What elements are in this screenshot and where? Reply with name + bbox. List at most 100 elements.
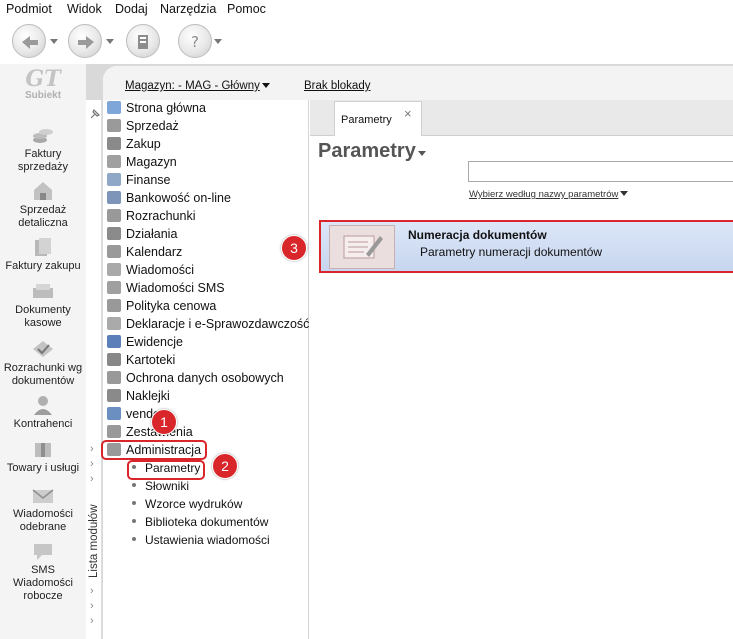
- tab-parametry[interactable]: Parametry ×: [334, 101, 422, 136]
- coins-icon: [33, 129, 53, 143]
- tree-item-label: Deklaracje i e-Sprawozdawczość: [126, 317, 310, 331]
- result-description: Parametry numeracji dokumentów: [420, 245, 603, 259]
- search-mode-dropdown[interactable]: Wybierz według nazwy parametrów: [469, 189, 629, 200]
- tree-subitem[interactable]: Słowniki: [132, 479, 189, 493]
- tree-item-label: Kalendarz: [126, 245, 183, 259]
- help-icon[interactable]: ?: [178, 24, 212, 58]
- appbar-item-sprzedaz-detaliczna[interactable]: Sprzedaż detaliczna: [0, 180, 86, 230]
- tree-item-label: Magazyn: [126, 155, 177, 169]
- module-icon: [107, 335, 121, 348]
- menu-widok[interactable]: Widok: [67, 2, 102, 16]
- tree-item[interactable]: Finanse: [107, 173, 170, 190]
- tree-subitem[interactable]: Biblioteka dokumentów: [132, 515, 268, 529]
- appbar-item-kontrahenci[interactable]: Kontrahenci: [0, 394, 86, 431]
- tree-item[interactable]: Rozrachunki: [107, 209, 195, 226]
- module-icon: [107, 155, 121, 168]
- warehouse-selector[interactable]: Magazyn: - MAG - Główny: [125, 80, 270, 92]
- tree-item-label: Finanse: [126, 173, 171, 187]
- tree-item-label: Działania: [126, 227, 178, 241]
- tree-item-label: Ochrona danych osobowych: [126, 371, 284, 385]
- tree-item-label: Polityka cenowa: [126, 299, 217, 313]
- forward-dropdown-icon[interactable]: [106, 39, 114, 44]
- arrow-back-icon[interactable]: [12, 24, 46, 58]
- result-title: Numeracja dokumentów: [408, 228, 547, 242]
- tree-item[interactable]: Wiadomości SMS: [107, 281, 225, 298]
- tree-item[interactable]: Kartoteki: [107, 353, 175, 370]
- tools-icon[interactable]: [126, 24, 160, 58]
- step-marker-2: 2: [212, 453, 238, 479]
- tree-item[interactable]: Bankowość on-line: [107, 191, 231, 208]
- chevron-right-icon[interactable]: ›: [90, 615, 94, 627]
- highlight-parametry: [127, 460, 205, 480]
- tree-subitem[interactable]: Ustawienia wiadomości: [132, 533, 270, 547]
- module-icon: [107, 263, 121, 276]
- appbar-item-faktury-sprzedazy[interactable]: Faktury sprzedaży: [0, 124, 86, 174]
- module-icon: [107, 317, 121, 330]
- bullet-icon: [132, 537, 136, 541]
- invoices-icon: [35, 238, 51, 256]
- appbar-item-sms[interactable]: SMS Wiadomości robocze: [0, 540, 86, 603]
- back-dropdown-icon[interactable]: [50, 39, 58, 44]
- appbar-item-towary[interactable]: Towary i usługi: [0, 438, 86, 475]
- tree-subitem-label: Biblioteka dokumentów: [145, 515, 269, 529]
- tree-item[interactable]: Wiadomości: [107, 263, 194, 280]
- module-icon: [107, 227, 121, 240]
- svg-text:?: ?: [191, 33, 199, 51]
- tree-item-label: Naklejki: [126, 389, 170, 403]
- result-item-numeracja[interactable]: Numeracja dokumentów Parametry numeracji…: [319, 220, 733, 273]
- tree-item[interactable]: Zakup: [107, 137, 161, 154]
- tree-subitem[interactable]: Wzorce wydruków: [132, 497, 242, 511]
- module-icon: [107, 389, 121, 402]
- help-dropdown-icon[interactable]: [214, 39, 222, 44]
- document-edit-icon: [329, 225, 395, 269]
- menu-narzedzia[interactable]: Narzędzia: [160, 2, 216, 16]
- parameter-search-input[interactable]: [468, 161, 733, 182]
- menu-pomoc[interactable]: Pomoc: [227, 2, 266, 16]
- tree-item[interactable]: Strona główna: [107, 101, 206, 118]
- tree-item[interactable]: Działania: [107, 227, 177, 244]
- module-icon: [107, 137, 121, 150]
- tree-item[interactable]: Sprzedaż: [107, 119, 179, 136]
- chevron-right-icon[interactable]: ›: [90, 600, 94, 612]
- tree-item[interactable]: Deklaracje i e-Sprawozdawczość: [107, 317, 309, 334]
- bullet-icon: [132, 483, 136, 487]
- toolbar: ?: [0, 18, 733, 64]
- bullet-icon: [132, 519, 136, 523]
- chevron-right-icon[interactable]: ›: [90, 443, 94, 455]
- pin-icon[interactable]: [89, 108, 101, 120]
- module-list-label[interactable]: Lista modułów: [88, 504, 100, 578]
- arrow-forward-icon[interactable]: [68, 24, 102, 58]
- lock-status-link[interactable]: Brak blokady: [304, 80, 370, 92]
- appbar-item-rozrachunki[interactable]: Rozrachunki wg dokumentów: [0, 338, 86, 388]
- tree-item[interactable]: Polityka cenowa: [107, 299, 216, 316]
- module-icon: [107, 101, 121, 114]
- chevron-down-icon: [261, 83, 270, 88]
- appbar-item-dokumenty-kasowe[interactable]: Dokumenty kasowe: [0, 280, 86, 330]
- tree-subitem-label: Ustawienia wiadomości: [145, 533, 270, 547]
- tree-subitem-label: Słowniki: [145, 479, 190, 493]
- tree-item[interactable]: Ochrona danych osobowych: [107, 371, 284, 388]
- tree-item[interactable]: Kalendarz: [107, 245, 182, 262]
- settlement-icon: [33, 341, 53, 357]
- tree-item-label: Kartoteki: [126, 353, 176, 367]
- tree-subitem-label: Wzorce wydruków: [145, 497, 243, 511]
- tree-item-label: Bankowość on-line: [126, 191, 231, 205]
- menu-podmiot[interactable]: Podmiot: [6, 2, 52, 16]
- tree-item[interactable]: Naklejki: [107, 389, 170, 406]
- appbar-item-wiadomosci-odebrane[interactable]: Wiadomości odebrane: [0, 484, 86, 534]
- tree-item[interactable]: Magazyn: [107, 155, 177, 172]
- app-logo: GT Subiekt: [24, 66, 62, 101]
- tree-item[interactable]: Ewidencje: [107, 335, 183, 352]
- chevron-down-icon: [620, 191, 629, 196]
- module-icon: [107, 353, 121, 366]
- close-icon[interactable]: ×: [404, 106, 412, 121]
- module-icon: [107, 407, 121, 420]
- tree-item-label: Zakup: [126, 137, 161, 151]
- menu-dodaj[interactable]: Dodaj: [115, 2, 148, 16]
- appbar-item-faktury-zakupu[interactable]: Faktury zakupu: [0, 236, 86, 273]
- chevron-right-icon[interactable]: ›: [90, 585, 94, 597]
- chevron-down-icon: [417, 151, 426, 156]
- chevron-right-icon[interactable]: ›: [90, 473, 94, 485]
- chevron-right-icon[interactable]: ›: [90, 458, 94, 470]
- page-title[interactable]: Parametry: [318, 140, 426, 163]
